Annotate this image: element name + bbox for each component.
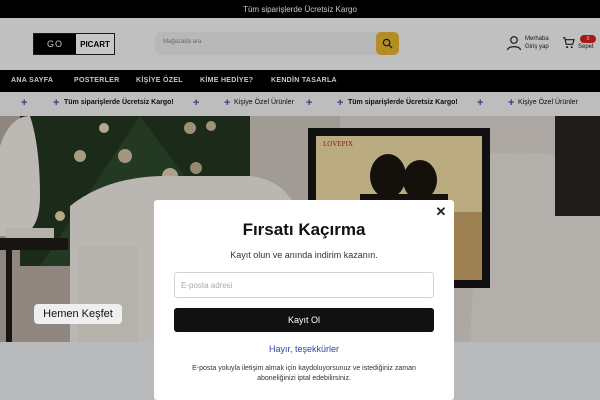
modal-title: Fırsatı Kaçırma bbox=[242, 220, 366, 239]
newsletter-modal: ✕ Fırsatı Kaçırma Kayıt olun ve anında i… bbox=[154, 200, 454, 400]
explore-button[interactable]: Hemen Keşfet bbox=[34, 304, 122, 324]
modal-subtitle: Kayıt olun ve anında indirim kazanın. bbox=[230, 250, 378, 260]
subscription-note: E-posta yoluyla iletişim almak için kayd… bbox=[192, 365, 416, 382]
close-icon[interactable]: ✕ bbox=[434, 205, 448, 219]
signup-button[interactable]: Kayıt Ol bbox=[174, 308, 434, 332]
decline-link[interactable]: Hayır, teşekkürler bbox=[154, 344, 454, 354]
email-field[interactable] bbox=[174, 272, 434, 298]
